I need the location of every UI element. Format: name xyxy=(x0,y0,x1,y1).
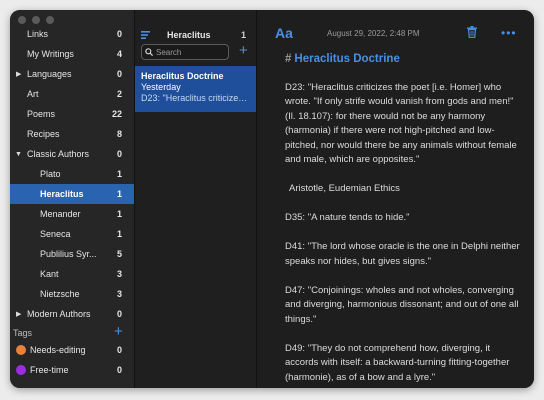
new-note-button[interactable]: + xyxy=(239,43,248,58)
sidebar-item-publilius-syrus[interactable]: Publilius Syr... 5 xyxy=(10,244,134,264)
note-heading: # Heraclitus Doctrine xyxy=(285,52,521,67)
heading-marker: # xyxy=(285,53,292,65)
sidebar-item-count: 0 xyxy=(116,29,122,39)
sidebar-item-label: Needs-editing xyxy=(30,345,86,355)
note-list-item[interactable]: Heraclitus Doctrine Yesterday D23: "Hera… xyxy=(135,66,256,112)
sidebar-item-menander[interactable]: Menander 1 xyxy=(10,204,134,224)
sidebar-item-modern-authors[interactable]: ▶ Modern Authors 0 xyxy=(10,304,134,324)
sidebar-item-label: Heraclitus xyxy=(40,189,84,199)
paragraph: D23: "Heraclitus criticizes the poet [i.… xyxy=(285,81,517,166)
sidebar-item-seneca[interactable]: Seneca 1 xyxy=(10,224,134,244)
sidebar-item-label: Nietzsche xyxy=(40,289,80,299)
paragraph: D41: "The lord whose oracle is the one i… xyxy=(285,241,520,267)
sidebar-item-count: 0 xyxy=(116,149,122,159)
sidebar-item-languages[interactable]: ▶ Languages 0 xyxy=(10,64,134,84)
search-input[interactable] xyxy=(153,47,224,57)
disclosure-down-icon[interactable]: ▼ xyxy=(15,151,22,158)
sidebar-item-links[interactable]: Links 0 xyxy=(10,24,134,44)
paragraph: D47: "Conjoinings: wholes and not wholes… xyxy=(285,284,519,325)
sidebar-item-nietzsche[interactable]: Nietzsche 3 xyxy=(10,284,134,304)
sidebar-item-count: 22 xyxy=(111,109,122,119)
sidebar-item-poems[interactable]: Poems 22 xyxy=(10,104,134,124)
sidebar-item-label: Art xyxy=(27,89,39,99)
minimize-window-button[interactable] xyxy=(32,16,40,24)
editor-pane: Aa August 29, 2022, 2:48 PM ••• # Heracli… xyxy=(257,10,534,388)
sidebar-item-count: 1 xyxy=(116,189,122,199)
sidebar-item-count: 1 xyxy=(116,229,122,239)
zoom-window-button[interactable] xyxy=(46,16,54,24)
sidebar-item-label: Modern Authors xyxy=(27,309,91,319)
sidebar-item-count: 0 xyxy=(116,345,122,355)
trash-icon[interactable] xyxy=(467,26,477,38)
paragraph: D35: "A nature tends to hide." xyxy=(285,212,410,223)
search-field[interactable] xyxy=(141,44,229,60)
sidebar-item-label: Plato xyxy=(40,169,61,179)
window-controls xyxy=(18,16,54,24)
paragraph: D49: "They do not comprehend how, diverg… xyxy=(285,342,510,383)
sidebar-tag-free-time[interactable]: Free-time 0 xyxy=(10,360,134,380)
sidebar: Links 0 My Writings 4 ▶ Languages 0 Art … xyxy=(10,10,135,388)
sidebar-item-plato[interactable]: Plato 1 xyxy=(10,164,134,184)
search-icon xyxy=(145,48,153,56)
sidebar-item-label: Recipes xyxy=(27,129,60,139)
sidebar-item-count: 0 xyxy=(116,365,122,375)
sidebar-item-recipes[interactable]: Recipes 8 xyxy=(10,124,134,144)
sidebar-item-label: Links xyxy=(27,29,49,39)
sidebar-item-label: Publilius Syr... xyxy=(40,249,97,259)
note-title: Heraclitus Doctrine xyxy=(141,71,224,81)
font-format-button[interactable]: Aa xyxy=(275,25,293,41)
tag-color-dot xyxy=(16,345,26,355)
sidebar-item-label: Languages xyxy=(27,69,72,79)
paragraph: Aristotle, Eudemian Ethics xyxy=(289,183,400,194)
note-date: Yesterday xyxy=(141,82,181,92)
more-options-icon[interactable]: ••• xyxy=(501,26,517,40)
disclosure-right-icon[interactable]: ▶ xyxy=(16,310,21,318)
sidebar-item-count: 0 xyxy=(116,69,122,79)
sidebar-item-count: 8 xyxy=(116,129,122,139)
sidebar-item-label: Seneca xyxy=(40,229,71,239)
note-list-pane: Heraclitus 1 + Heraclitus Doctrine Yeste… xyxy=(135,10,257,388)
sidebar-item-count: 4 xyxy=(116,49,122,59)
sidebar-item-heraclitus[interactable]: Heraclitus 1 xyxy=(10,184,134,204)
heading-text: Heraclitus Doctrine xyxy=(294,53,400,65)
sidebar-item-label: Free-time xyxy=(30,365,69,375)
sidebar-tag-needs-editing[interactable]: Needs-editing 0 xyxy=(10,340,134,360)
sidebar-item-count: 1 xyxy=(116,209,122,219)
sidebar-item-label: Menander xyxy=(40,209,81,219)
note-list-title: Heraclitus xyxy=(167,30,211,40)
sidebar-item-count: 2 xyxy=(116,89,122,99)
sidebar-item-count: 1 xyxy=(116,169,122,179)
sidebar-item-kant[interactable]: Kant 3 xyxy=(10,264,134,284)
sidebar-item-count: 5 xyxy=(116,249,122,259)
sidebar-item-classic-authors[interactable]: ▼ Classic Authors 0 xyxy=(10,144,134,164)
sidebar-item-count: 3 xyxy=(116,289,122,299)
sidebar-item-my-writings[interactable]: My Writings 4 xyxy=(10,44,134,64)
note-list-count: 1 xyxy=(240,30,246,40)
sort-icon[interactable] xyxy=(141,30,151,40)
disclosure-right-icon[interactable]: ▶ xyxy=(16,70,21,78)
note-preview: D23: "Heraclitus criticizes the poet xyxy=(141,93,251,103)
sidebar-item-art[interactable]: Art 2 xyxy=(10,84,134,104)
add-tag-button[interactable]: + xyxy=(114,324,123,339)
tags-header: Tags xyxy=(13,328,33,338)
note-timestamp: August 29, 2022, 2:48 PM xyxy=(327,29,420,38)
sidebar-item-label: My Writings xyxy=(27,49,74,59)
note-body[interactable]: # Heraclitus Doctrine D23: "Heraclitus cr… xyxy=(285,50,521,388)
sidebar-item-label: Kant xyxy=(40,269,59,279)
sidebar-item-label: Poems xyxy=(27,109,56,119)
close-window-button[interactable] xyxy=(18,16,26,24)
sidebar-item-label: Classic Authors xyxy=(27,149,90,159)
tag-color-dot xyxy=(16,365,26,375)
app-window: Links 0 My Writings 4 ▶ Languages 0 Art … xyxy=(10,10,534,388)
sidebar-item-count: 3 xyxy=(116,269,122,279)
sidebar-item-count: 0 xyxy=(116,309,122,319)
